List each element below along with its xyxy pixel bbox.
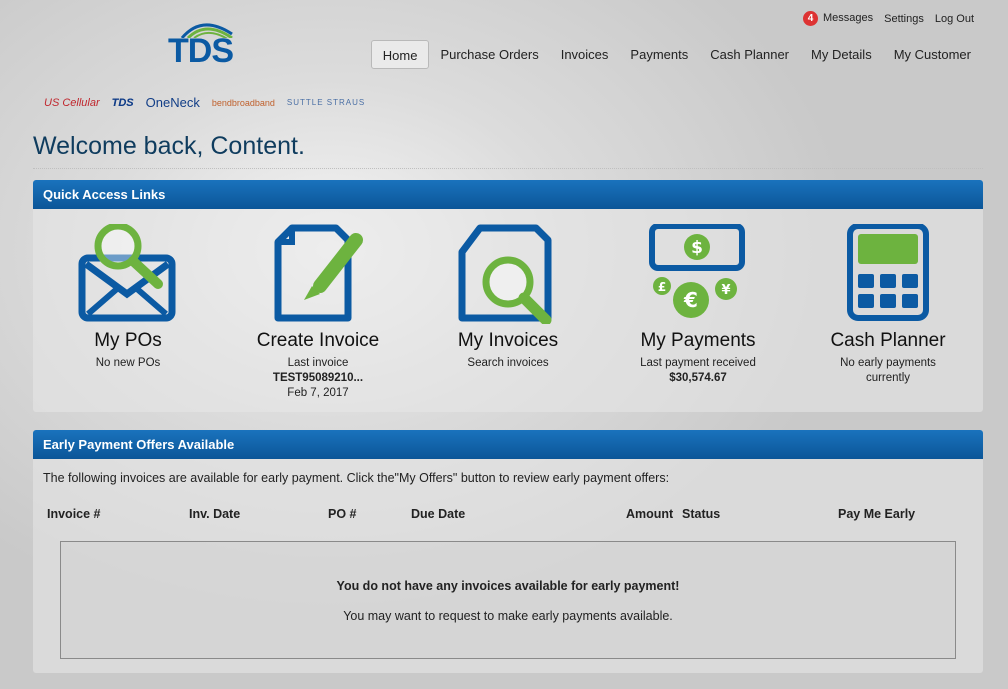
messages-count-badge: 4 — [802, 11, 818, 26]
tile-title: My Invoices — [457, 330, 559, 351]
col-amount[interactable]: Amount — [626, 507, 673, 521]
messages-label: Messages — [822, 12, 874, 24]
tds-logo[interactable]: TDS — [166, 18, 238, 70]
nav-invoices[interactable]: Invoices — [550, 40, 620, 69]
brand-logos: US Cellular TDS OneNeck bendbroadband SU… — [44, 95, 365, 110]
messages-link[interactable]: 4 Messages — [802, 11, 874, 26]
logout-link[interactable]: Log Out — [935, 13, 974, 25]
col-due-date[interactable]: Due Date — [411, 507, 465, 521]
col-po-number[interactable]: PO # — [328, 507, 357, 521]
tile-subtitle: Search invoices — [467, 357, 549, 369]
last-invoice-date: Feb 7, 2017 — [287, 387, 349, 399]
document-search-icon — [413, 224, 603, 324]
brand-uscellular: US Cellular — [44, 96, 100, 109]
col-invoice-number[interactable]: Invoice # — [47, 507, 101, 521]
tile-subtitle: No early payments currently — [840, 357, 936, 384]
tile-title: Cash Planner — [830, 330, 946, 351]
tile-subtitle: Last payment received $30,574.67 — [603, 356, 793, 386]
brand-tds: TDS — [111, 96, 134, 109]
tile-create-invoice[interactable]: Create Invoice Last invoice TEST95089210… — [223, 224, 413, 401]
tile-subtitle: Last invoice TEST95089210... Feb 7, 2017 — [223, 356, 413, 401]
tile-line1: Last payment received — [640, 357, 756, 369]
early-payment-description: The following invoices are available for… — [43, 471, 670, 485]
col-pay-me-early[interactable]: Pay Me Early — [838, 507, 915, 521]
brand-bendbroadband: bendbroadband — [211, 97, 275, 108]
utility-bar: 4 Messages Settings Log Out — [802, 11, 974, 26]
empty-state-title: You do not have any invoices available f… — [336, 579, 680, 593]
nav-home[interactable]: Home — [370, 40, 430, 69]
tile-title: My Payments — [640, 330, 756, 351]
last-invoice-number: TEST95089210... — [272, 372, 364, 384]
last-payment-amount: $30,574.67 — [669, 372, 727, 384]
divider — [33, 168, 983, 169]
logo-text: TDS — [168, 32, 234, 70]
col-inv-date[interactable]: Inv. Date — [189, 507, 240, 521]
currency-icon: $ £ € ¥ — [603, 224, 793, 324]
page-title: Welcome back, Content. — [33, 132, 305, 160]
quick-access-panel: Quick Access Links My POs No new POs Cre… — [33, 180, 983, 412]
svg-text:¥: ¥ — [721, 283, 730, 298]
nav-my-details[interactable]: My Details — [800, 40, 883, 69]
calculator-icon — [793, 224, 983, 324]
svg-text:£: £ — [658, 280, 666, 294]
tile-title: Create Invoice — [256, 330, 380, 351]
early-payment-panel: Early Payment Offers Available The follo… — [33, 430, 983, 673]
empty-state-box: You do not have any invoices available f… — [60, 541, 956, 659]
svg-text:€: € — [683, 288, 698, 312]
tile-subtitle: No new POs — [95, 357, 161, 369]
envelope-search-icon — [33, 224, 223, 324]
tile-cash-planner[interactable]: Cash Planner No early payments currently — [793, 224, 983, 401]
document-pencil-icon — [223, 224, 413, 324]
tile-line1: Last invoice — [287, 357, 349, 369]
tile-my-pos[interactable]: My POs No new POs — [33, 224, 223, 401]
brand-suttle-straus: SUTTLE STRAUS — [286, 98, 366, 107]
svg-text:$: $ — [691, 238, 703, 258]
settings-link[interactable]: Settings — [884, 13, 924, 25]
quick-access-header: Quick Access Links — [33, 180, 983, 209]
nav-purchase-orders[interactable]: Purchase Orders — [429, 40, 549, 69]
tile-my-payments[interactable]: $ £ € ¥ My Payments Last payment receive… — [603, 224, 793, 401]
early-payment-header: Early Payment Offers Available — [33, 430, 983, 459]
empty-state-message: You may want to request to make early pa… — [343, 609, 673, 623]
tile-my-invoices[interactable]: My Invoices Search invoices — [413, 224, 603, 401]
nav-payments[interactable]: Payments — [619, 40, 699, 69]
nav-cash-planner[interactable]: Cash Planner — [699, 40, 800, 69]
main-nav: Home Purchase Orders Invoices Payments C… — [370, 40, 982, 69]
brand-oneneck: OneNeck — [145, 95, 200, 110]
tile-title: My POs — [94, 330, 162, 351]
nav-my-customer[interactable]: My Customer — [883, 40, 982, 69]
col-status[interactable]: Status — [682, 507, 720, 521]
